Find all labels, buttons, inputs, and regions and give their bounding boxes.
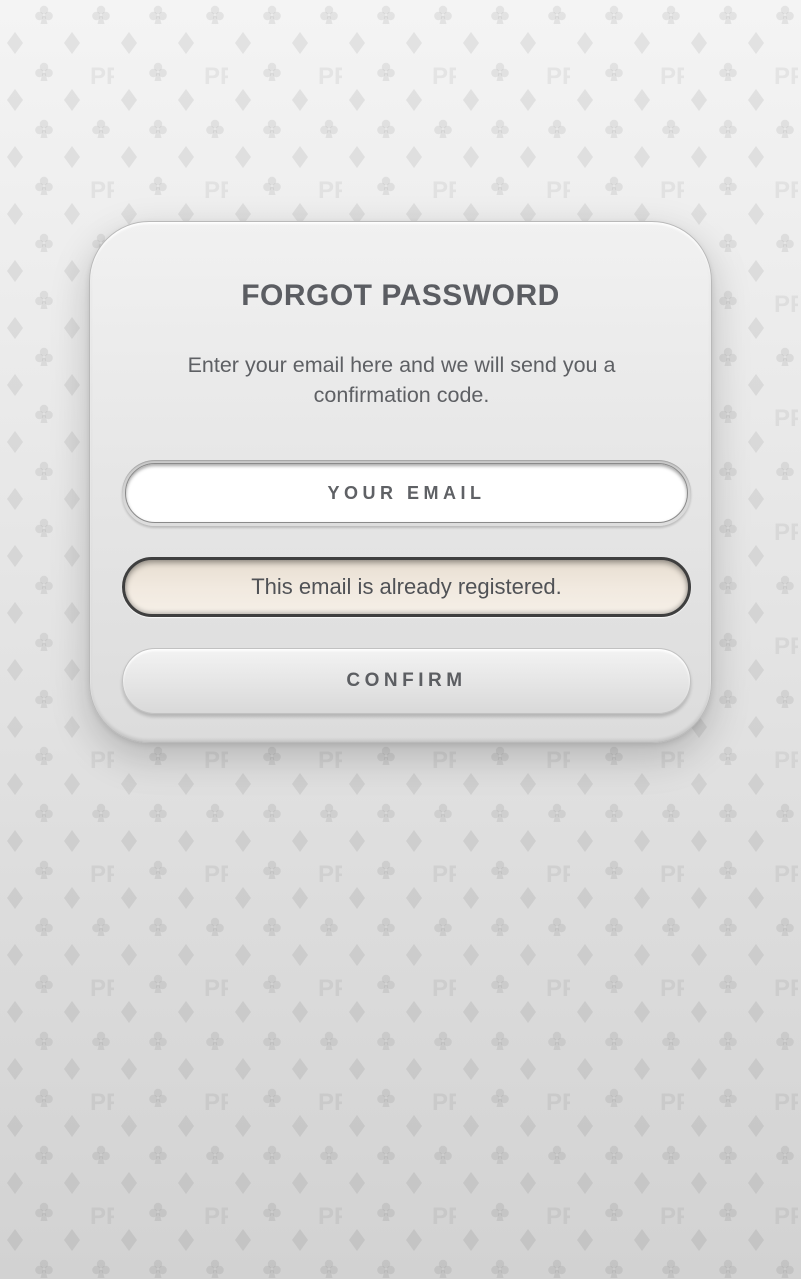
forgot-password-dialog: FORGOT PASSWORD Enter your email here an…: [89, 221, 712, 743]
confirm-button[interactable]: CONFIRM: [122, 648, 691, 714]
dialog-title: FORGOT PASSWORD: [241, 279, 560, 312]
email-field[interactable]: [122, 460, 691, 526]
dialog-description: Enter your email here and we will send y…: [187, 353, 616, 407]
error-message: This email is already registered.: [251, 574, 562, 599]
email-input[interactable]: [146, 481, 667, 505]
email-field-inner[interactable]: [125, 463, 688, 523]
error-message-box: This email is already registered.: [122, 557, 691, 617]
